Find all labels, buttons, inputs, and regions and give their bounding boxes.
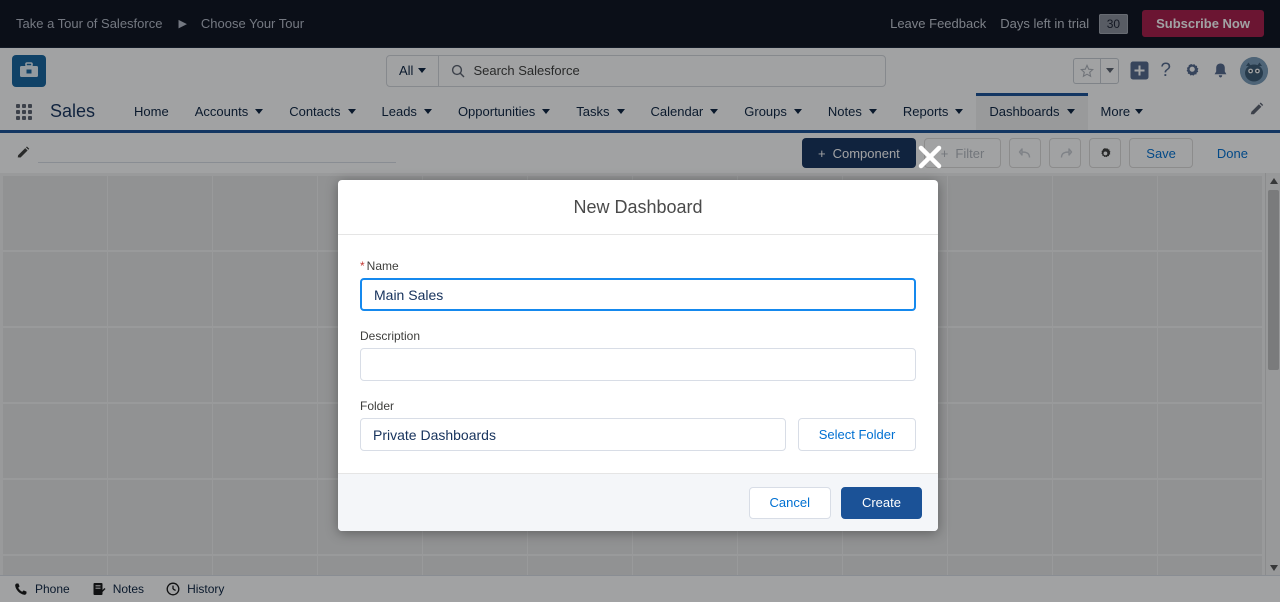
- name-field-label: * Name: [360, 259, 916, 273]
- dashboard-folder-input[interactable]: [360, 418, 786, 451]
- folder-field-label: Folder: [360, 399, 395, 413]
- select-folder-button[interactable]: Select Folder: [798, 418, 916, 451]
- close-x-icon[interactable]: [913, 140, 947, 174]
- dashboard-description-input[interactable]: [360, 348, 916, 381]
- modal-header: New Dashboard: [338, 180, 938, 235]
- modal-title: New Dashboard: [573, 196, 703, 217]
- create-button[interactable]: Create: [840, 486, 922, 519]
- modal-footer: Cancel Create: [338, 473, 938, 531]
- required-asterisk: *: [360, 259, 365, 273]
- name-field-group: * Name: [360, 259, 916, 311]
- modal-body: *Name Description Folder Select Folder: [338, 235, 938, 473]
- dashboard-name-input[interactable]: [360, 278, 916, 311]
- cancel-button[interactable]: Cancel: [748, 486, 831, 519]
- name-label-text: Name: [366, 259, 399, 273]
- description-field-label: Description: [360, 329, 421, 343]
- folder-field-group: Folder Select Folder: [360, 399, 916, 451]
- folder-row: Select Folder: [360, 418, 916, 451]
- new-dashboard-modal: New Dashboard *Name Description Folder S…: [338, 180, 938, 531]
- salesforce-dashboard-builder: Take a Tour of Salesforce ▶ Choose Your …: [0, 0, 1280, 602]
- description-field-group: Description: [360, 329, 916, 381]
